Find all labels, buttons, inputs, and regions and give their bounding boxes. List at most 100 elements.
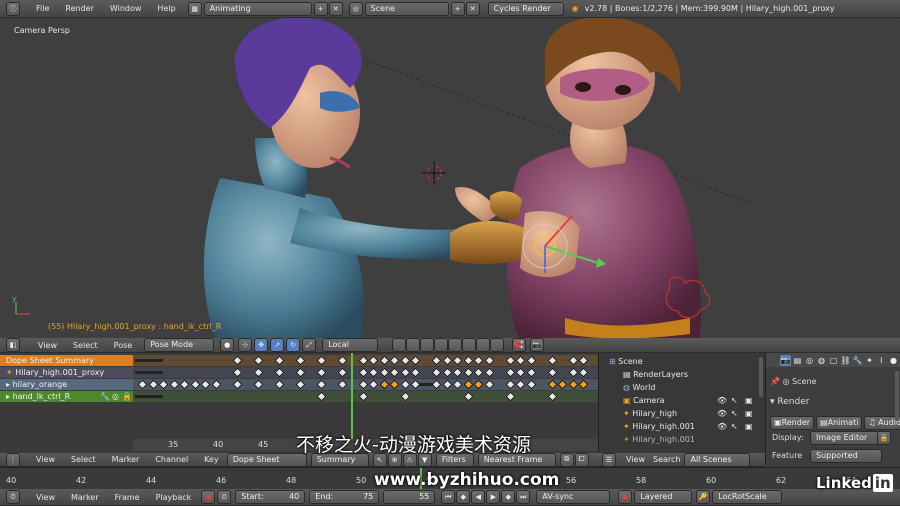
keyframe-diamond[interactable] [505, 367, 515, 378]
keying-set-select[interactable]: LocRotScale [712, 490, 783, 504]
keyframe-diamond[interactable] [400, 391, 410, 402]
outliner-item-world[interactable]: ◍ World [599, 381, 765, 394]
keyframe-diamond[interactable] [337, 367, 347, 378]
keyframe-diamond[interactable] [295, 379, 305, 390]
keyframe-diamond[interactable] [526, 367, 536, 378]
layout-grid-icon[interactable]: ▦ [187, 1, 202, 16]
keyframe-diamond[interactable] [389, 379, 400, 390]
menu-timeline-marker[interactable]: Marker [63, 493, 107, 502]
keyframe-diamond[interactable] [389, 355, 400, 366]
renderlayers-tab-icon[interactable]: ▤ [792, 355, 803, 366]
keyframe-diamond[interactable] [452, 367, 463, 378]
keyframe-diamond[interactable] [337, 379, 347, 390]
snap-icon[interactable]: 🧲 [512, 338, 527, 352]
keying-mode-select[interactable]: Layered [634, 490, 693, 504]
properties-scrollbar[interactable] [895, 371, 899, 421]
layer-button-5[interactable] [448, 338, 463, 352]
menu-dope-key[interactable]: Key [196, 455, 227, 464]
keyframe-diamond[interactable] [473, 379, 484, 390]
restrict-select-icon[interactable]: ↖ [731, 394, 738, 407]
menu-window[interactable]: Window [102, 4, 150, 13]
layer-button-8[interactable] [490, 338, 505, 352]
scene-tab-icon[interactable]: ◎ [804, 355, 815, 366]
auto-key-icon[interactable]: ● [618, 490, 633, 504]
menu-dope-channel[interactable]: Channel [147, 455, 196, 464]
keyframe-diamond[interactable] [515, 355, 526, 366]
keyframe-diamond[interactable] [484, 367, 494, 378]
keyframe-diamond[interactable] [473, 355, 484, 366]
keyframe-diamond[interactable] [274, 379, 284, 390]
keyframe-diamond[interactable] [211, 379, 221, 390]
keyframe-diamond[interactable] [452, 355, 463, 366]
visibility-eye-icon[interactable]: 👁 [717, 407, 727, 420]
visibility-eye-icon[interactable]: 👁 [717, 394, 727, 407]
display-select[interactable]: Image Editor [810, 431, 882, 445]
pivot-point-icon[interactable]: ⊹ [238, 338, 253, 352]
render-panel-header[interactable]: ▾ Render [770, 397, 809, 407]
outliner-item-hilary-high[interactable]: ✦ Hilary_high 👁 ↖ ▣ [599, 407, 765, 420]
feature-select[interactable]: Supported [810, 449, 882, 463]
play-reverse-icon[interactable]: ◀ [471, 490, 486, 504]
keyframe-diamond[interactable] [253, 379, 263, 390]
visibility-eye-icon[interactable]: 👁 [717, 420, 727, 433]
restrict-select-icon[interactable]: ↖ [731, 420, 738, 433]
keyframe-diamond[interactable] [442, 379, 452, 390]
layer-button-7[interactable] [476, 338, 491, 352]
keyframe-diamond[interactable] [557, 379, 568, 390]
keyframe-diamond[interactable] [389, 367, 400, 378]
keyframe-diamond[interactable] [316, 355, 326, 366]
scale-manipulator-icon[interactable]: ⤢ [302, 338, 317, 352]
keyframe-diamond[interactable] [358, 355, 368, 366]
keyframe-diamond[interactable] [547, 379, 557, 390]
keyframe-diamond[interactable] [253, 355, 263, 366]
keyframe-diamond[interactable] [253, 367, 263, 378]
next-key-icon[interactable]: ◆ [501, 490, 516, 504]
keyframe-diamond[interactable] [568, 379, 578, 390]
modifiers-tab-icon[interactable]: 🔧 [852, 355, 863, 366]
keyframe-diamond[interactable] [515, 367, 526, 378]
keyframe-diamond[interactable] [295, 355, 305, 366]
scene-remove-icon[interactable]: ✕ [465, 1, 480, 16]
keyframe-diamond[interactable] [578, 355, 589, 366]
start-frame-field[interactable]: Start: 40 [235, 490, 306, 504]
layer-button-3[interactable] [420, 338, 435, 352]
manipulator-toggle-icon[interactable]: ✥ [254, 338, 269, 352]
keyframe-diamond[interactable] [379, 355, 389, 366]
layer-button-2[interactable] [406, 338, 421, 352]
menu-outliner-search[interactable]: Search [649, 455, 684, 464]
screen-layout-select[interactable]: Animating [203, 1, 312, 16]
menu-pose[interactable]: Pose [106, 341, 141, 350]
copy-keys-icon[interactable]: ⧉ [559, 452, 574, 467]
keyframe-diamond[interactable] [505, 355, 515, 366]
keyframe-diamond[interactable] [400, 379, 410, 390]
keyframe-diamond[interactable] [158, 379, 169, 390]
keyframe-diamond[interactable] [400, 355, 410, 366]
menu-dope-view[interactable]: View [28, 455, 63, 464]
keyframe-diamond[interactable] [368, 379, 379, 390]
end-frame-field[interactable]: End: 75 [309, 490, 380, 504]
keyframe-diamond[interactable] [410, 355, 421, 366]
keyframe-diamond[interactable] [431, 367, 442, 378]
menu-render[interactable]: Render [57, 4, 101, 13]
outliner-item-camera[interactable]: ▣ Camera 👁 ↖ ▣ [599, 394, 765, 407]
keyframe-diamond[interactable] [568, 367, 578, 378]
keyframe-diamond[interactable] [473, 367, 484, 378]
jump-end-icon[interactable]: ⏭ [516, 490, 531, 504]
menu-timeline-playback[interactable]: Playback [148, 493, 200, 502]
keyframe-diamond[interactable] [358, 367, 368, 378]
keyframe-diamond[interactable] [484, 355, 494, 366]
current-frame-field[interactable]: 55 [383, 490, 436, 504]
menu-view[interactable]: View [30, 341, 65, 350]
keyframe-diamond[interactable] [274, 367, 284, 378]
restrict-render-icon[interactable]: ▣ [745, 394, 753, 407]
keyframe-diamond[interactable] [431, 355, 442, 366]
preview-range-icon[interactable]: ⏲ [217, 490, 232, 504]
keyframe-diamond[interactable] [358, 391, 368, 402]
layer-button-4[interactable] [434, 338, 449, 352]
properties-editor[interactable]: 📷 ▤ ◎ ◍ ▢ ⛓ 🔧 ✦ ⌇ ● 📌 ◎ Scene ▾ Render ▣… [765, 353, 900, 465]
play-icon[interactable]: ▶ [486, 490, 501, 504]
restrict-render-icon[interactable]: ▣ [745, 420, 753, 433]
keyframe-diamond[interactable] [295, 367, 305, 378]
lock-interface-icon[interactable]: 🔒 [877, 431, 891, 445]
render-tab-icon[interactable]: 📷 [780, 354, 791, 366]
